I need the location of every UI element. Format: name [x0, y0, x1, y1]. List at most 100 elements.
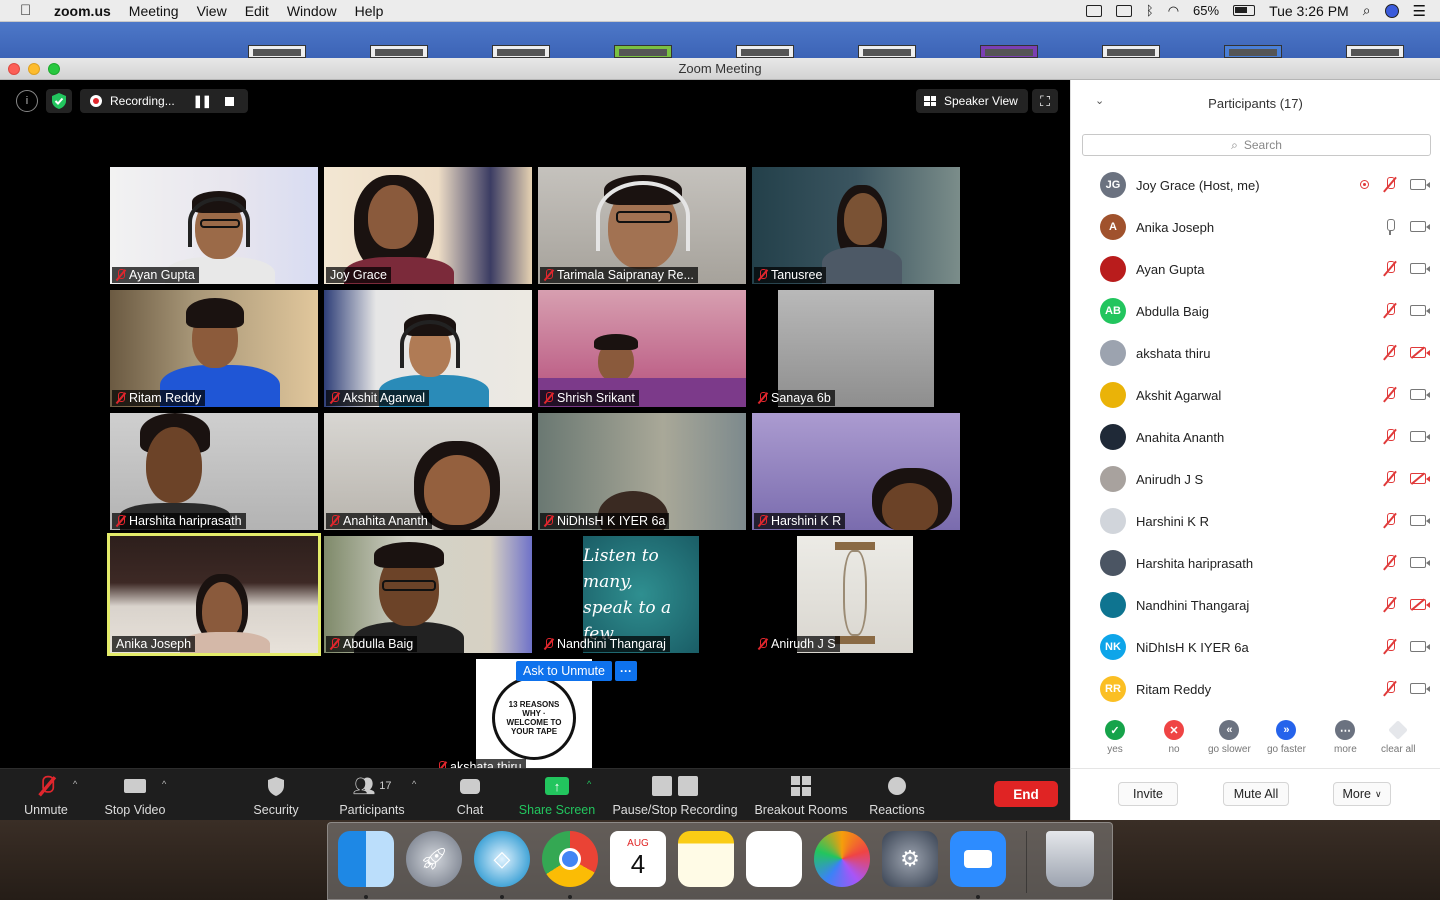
feedback-no-button[interactable]: ✕ no [1164, 720, 1184, 755]
video-off-icon[interactable] [1410, 473, 1430, 484]
participant-row[interactable]: akshata thiru [1071, 332, 1440, 374]
finder-icon[interactable] [338, 831, 394, 887]
participant-row[interactable]: Nandhini Thangaraj [1071, 584, 1440, 626]
video-camera-icon[interactable] [1410, 641, 1430, 652]
menu-edit[interactable]: Edit [245, 3, 269, 19]
video-camera-icon[interactable] [1410, 389, 1430, 400]
video-camera-icon[interactable] [1410, 515, 1430, 526]
bluetooth-icon[interactable]: ᛒ [1146, 3, 1154, 18]
video-off-icon[interactable] [1410, 347, 1430, 358]
participant-row[interactable]: NK NiDhIsH K IYER 6a [1071, 626, 1440, 668]
pause-stop-recording-button[interactable]: Pause/Stop Recording [610, 769, 740, 821]
video-tile-harshita-hariprasath[interactable]: Harshita hariprasath [110, 413, 318, 530]
desktop-thumbnail[interactable] [1224, 45, 1282, 58]
video-camera-icon[interactable] [1410, 221, 1430, 232]
chrome-icon[interactable] [542, 831, 598, 887]
stop-video-button[interactable]: Stop Video [98, 769, 172, 821]
participant-search-input[interactable]: ⌕ Search [1082, 134, 1431, 156]
video-options-caret-icon[interactable]: ^ [162, 779, 166, 789]
share-options-caret-icon[interactable]: ^ [587, 779, 591, 789]
unmute-button[interactable]: Unmute [16, 769, 76, 821]
menu-window[interactable]: Window [287, 3, 337, 19]
zoom-app-icon[interactable] [950, 831, 1006, 887]
video-tile-anahita-ananth[interactable]: Anahita Ananth [324, 413, 532, 530]
reactions-button[interactable]: Reactions [866, 769, 928, 821]
video-camera-icon[interactable] [1410, 431, 1430, 442]
feedback-yes-button[interactable]: ✓ yes [1105, 720, 1125, 755]
speaker-view-button[interactable]: Speaker View [916, 89, 1028, 113]
fullscreen-button[interactable]: ⛶ [1032, 89, 1058, 113]
video-tile-harshini-k-r[interactable]: Harshini K R [752, 413, 960, 530]
end-meeting-button[interactable]: End [994, 781, 1058, 807]
launchpad-icon[interactable]: 🚀︎ [406, 831, 462, 887]
notification-center-icon[interactable]: ☰ [1413, 2, 1426, 20]
ask-to-unmute-button[interactable]: Ask to Unmute [516, 661, 612, 681]
wifi-icon[interactable]: ◠ [1168, 3, 1179, 19]
breakout-rooms-button[interactable]: Breakout Rooms [752, 769, 850, 821]
video-tile-nandhini-thangaraj[interactable]: Listen to many, speak to a few Nandhini … [538, 536, 746, 653]
siri-icon[interactable] [1384, 3, 1399, 18]
clock[interactable]: Tue 3:26 PM [1269, 3, 1349, 19]
photos-icon[interactable] [814, 831, 870, 887]
participant-row[interactable]: Akshit Agarwal [1071, 374, 1440, 416]
participant-row[interactable]: A Anika Joseph [1071, 206, 1440, 248]
battery-icon[interactable] [1233, 5, 1256, 16]
mic-muted-icon[interactable] [1383, 513, 1397, 529]
mic-muted-icon[interactable] [1383, 261, 1397, 277]
participant-row[interactable]: Anirudh J S [1071, 458, 1440, 500]
spotlight-search-icon[interactable]: ⌕ [1363, 2, 1371, 19]
window-titlebar[interactable]: Zoom Meeting [0, 58, 1440, 80]
video-tile-ritam-reddy[interactable]: Ritam Reddy [110, 290, 318, 407]
video-tile-ayan-gupta[interactable]: Ayan Gupta [110, 167, 318, 284]
video-tile-tarimala-saipranay[interactable]: Tarimala Saipranay Re... [538, 167, 746, 284]
meeting-info-button[interactable]: i [16, 90, 38, 112]
desktop-thumbnail[interactable] [1346, 45, 1404, 58]
menu-help[interactable]: Help [355, 3, 384, 19]
participants-options-caret-icon[interactable]: ^ [412, 779, 416, 789]
mic-muted-icon[interactable] [1383, 471, 1397, 487]
desktop-thumbnail[interactable] [248, 45, 306, 58]
video-tile-shrish-srikant[interactable]: Shrish Srikant [538, 290, 746, 407]
desktop-thumbnail[interactable] [858, 45, 916, 58]
notes-icon[interactable] [678, 831, 734, 887]
feedback-clear-all-button[interactable]: clear all [1381, 720, 1415, 755]
desktop-thumbnail[interactable] [370, 45, 428, 58]
video-camera-icon[interactable] [1410, 179, 1430, 190]
minimize-window-button[interactable] [28, 63, 40, 75]
security-button[interactable]: Security [246, 769, 306, 821]
menu-app-name[interactable]: zoom.us [54, 3, 111, 19]
mic-muted-icon[interactable] [1383, 639, 1397, 655]
safari-icon[interactable]: ◇ [474, 831, 530, 887]
menu-view[interactable]: View [197, 3, 227, 19]
video-tile-akshit-agarwal[interactable]: Akshit Agarwal [324, 290, 532, 407]
reminders-icon[interactable] [746, 831, 802, 887]
participant-row[interactable]: Ayan Gupta [1071, 248, 1440, 290]
video-off-icon[interactable] [1410, 599, 1430, 610]
desktop-thumbnail[interactable] [492, 45, 550, 58]
mic-muted-icon[interactable] [1383, 303, 1397, 319]
video-tile-anirudh-j-s[interactable]: Anirudh J S [752, 536, 960, 653]
desktop-thumbnail[interactable] [1102, 45, 1160, 58]
participant-row[interactable]: Harshita hariprasath [1071, 542, 1440, 584]
participant-row[interactable]: Anahita Ananth [1071, 416, 1440, 458]
video-camera-icon[interactable] [1410, 557, 1430, 568]
mic-muted-icon[interactable] [1383, 345, 1397, 361]
desktop-thumbnail[interactable] [614, 45, 672, 58]
video-camera-icon[interactable] [1410, 263, 1430, 274]
participant-row[interactable]: AB Abdulla Baig [1071, 290, 1440, 332]
video-camera-icon[interactable] [1410, 683, 1430, 694]
video-tile-tanusree[interactable]: Tanusree [752, 167, 960, 284]
desktop-thumbnail[interactable] [736, 45, 794, 58]
video-tile-anika-joseph[interactable]: Anika Joseph [107, 533, 321, 656]
system-preferences-icon[interactable]: ⚙︎ [882, 831, 938, 887]
audio-options-caret-icon[interactable]: ^ [73, 779, 77, 789]
encryption-shield-button[interactable] [46, 89, 72, 113]
apple-icon[interactable]:  [20, 2, 40, 19]
zoom-tray-icon[interactable] [1085, 4, 1102, 17]
feedback-more-button[interactable]: ⋯ more [1334, 720, 1357, 755]
participant-row[interactable]: RR Ritam Reddy [1071, 668, 1440, 710]
share-screen-button[interactable]: ↑ Share Screen [516, 769, 598, 821]
invite-button[interactable]: Invite [1118, 782, 1178, 806]
video-tile-akshata-thiru[interactable]: 13 REASONS WHY · WELCOME TO YOUR TAPE As… [431, 659, 639, 776]
calendar-icon[interactable]: AUG 4 [610, 831, 666, 887]
